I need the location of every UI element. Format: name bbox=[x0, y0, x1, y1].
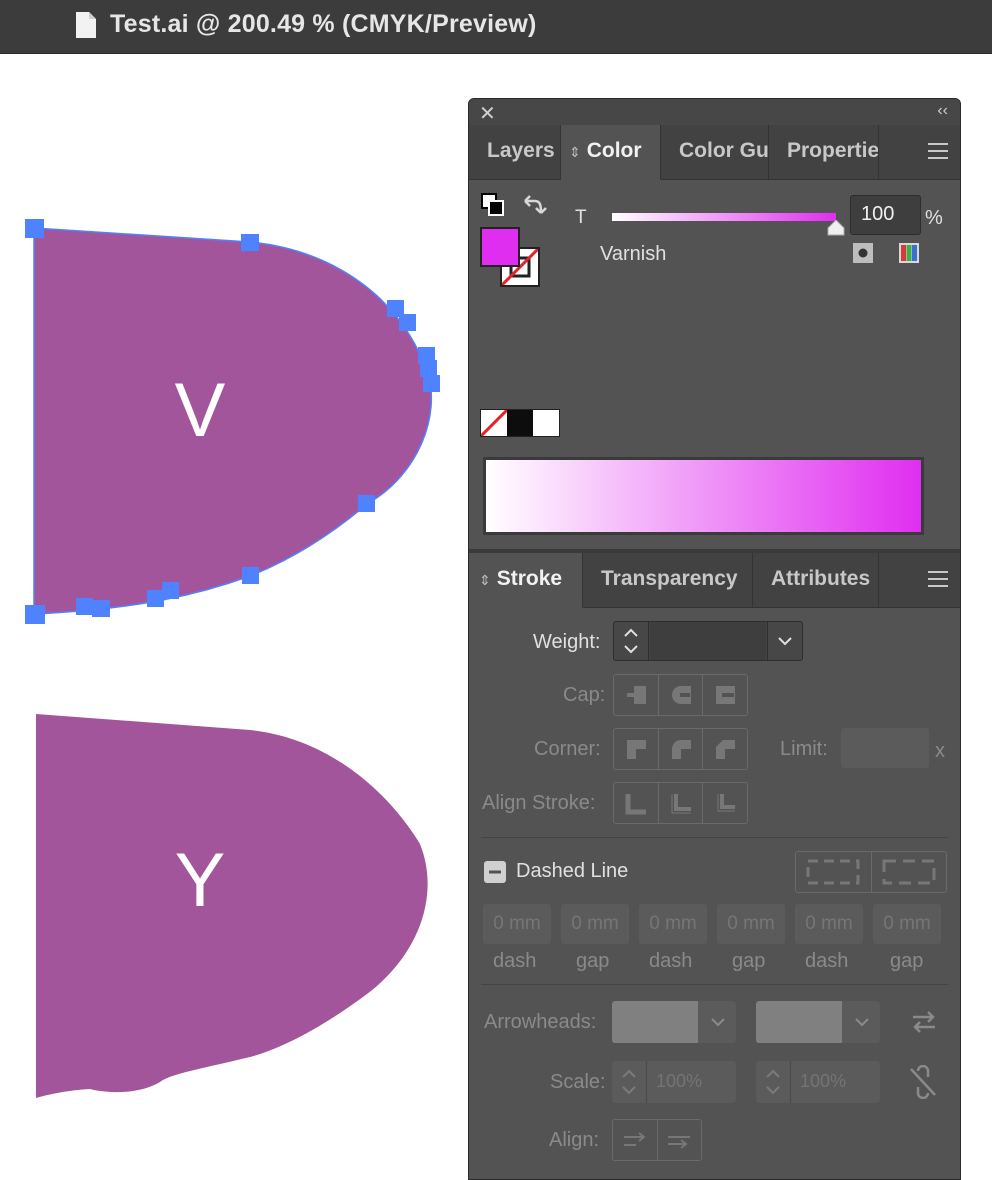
gap-caption: gap bbox=[576, 950, 610, 972]
selected-shape-v[interactable] bbox=[33, 227, 433, 615]
dashed-line-checkbox[interactable] bbox=[483, 860, 507, 884]
round-join-icon[interactable] bbox=[659, 729, 704, 769]
weight-stepper[interactable] bbox=[614, 622, 649, 660]
dash-field-1[interactable]: 0 mm bbox=[483, 904, 551, 944]
cap-buttons bbox=[613, 674, 748, 716]
limit-unit: x bbox=[935, 740, 945, 762]
dash-field-3[interactable]: 0 mm bbox=[795, 904, 863, 944]
tint-value-input[interactable]: 100 bbox=[850, 195, 921, 235]
align-center-icon[interactable] bbox=[614, 783, 659, 823]
document-icon bbox=[76, 12, 96, 38]
align-stroke-buttons bbox=[613, 782, 748, 824]
chevron-down-icon bbox=[855, 1018, 869, 1027]
dash-field-2[interactable]: 0 mm bbox=[639, 904, 707, 944]
dash-caption: dash bbox=[805, 950, 849, 972]
tab-layers[interactable]: Layers bbox=[469, 125, 561, 179]
default-fill-stroke-icon[interactable] bbox=[481, 193, 505, 217]
tab-attributes[interactable]: Attributes bbox=[753, 553, 879, 607]
cap-label: Cap: bbox=[563, 684, 606, 706]
stroke-tab-row: ⇕ Stroke Transparency Attributes bbox=[469, 553, 960, 608]
align-stroke-label: Align Stroke: bbox=[482, 792, 596, 814]
link-scale-icon[interactable] bbox=[907, 1065, 939, 1099]
window-title: Test.ai @ 200.49 % (CMYK/Preview) bbox=[110, 10, 537, 38]
dash-caption: dash bbox=[649, 950, 693, 972]
round-cap-icon[interactable] bbox=[659, 675, 704, 715]
weight-control bbox=[613, 621, 803, 661]
limit-input[interactable] bbox=[841, 728, 929, 768]
section-divider bbox=[481, 837, 948, 838]
projecting-cap-icon[interactable] bbox=[703, 675, 747, 715]
gap-caption: gap bbox=[890, 950, 924, 972]
tab-properties[interactable]: Propertie bbox=[769, 125, 879, 179]
chevron-down-icon bbox=[711, 1018, 725, 1027]
align-outside-icon[interactable] bbox=[703, 783, 747, 823]
scale-stepper[interactable] bbox=[756, 1061, 791, 1103]
start-scale-field[interactable]: 100% bbox=[612, 1061, 736, 1103]
align-arrows-buttons bbox=[612, 1119, 702, 1161]
color-tab-row: Layers ⇕ Color Color Gu Propertie bbox=[469, 125, 960, 180]
shape-y[interactable] bbox=[36, 714, 428, 1098]
collapse-icon[interactable]: ‹‹ bbox=[937, 102, 948, 120]
butt-cap-icon[interactable] bbox=[614, 675, 659, 715]
arrow-extend-icon[interactable] bbox=[613, 1120, 658, 1160]
slider-thumb[interactable] bbox=[827, 220, 845, 236]
end-scale-field[interactable]: 100% bbox=[756, 1061, 880, 1103]
fill-swatch[interactable] bbox=[480, 227, 520, 267]
swap-fill-stroke-icon[interactable] bbox=[521, 193, 547, 219]
gap-caption: gap bbox=[732, 950, 766, 972]
shape-y-letter: Y bbox=[175, 838, 226, 923]
swap-arrowheads-icon[interactable] bbox=[909, 1009, 939, 1035]
color-spectrum[interactable] bbox=[483, 457, 924, 535]
panel-menu-icon[interactable] bbox=[928, 143, 948, 159]
updown-icon: ⇕ bbox=[569, 144, 581, 160]
percent-label: % bbox=[925, 207, 943, 229]
align-inside-icon[interactable] bbox=[659, 783, 704, 823]
corner-buttons bbox=[613, 728, 748, 770]
black-swatch[interactable] bbox=[507, 410, 533, 436]
weight-label: Weight: bbox=[533, 631, 601, 653]
none-swatch[interactable] bbox=[481, 410, 507, 436]
color-mode-icon[interactable] bbox=[898, 242, 920, 264]
tab-color-guide[interactable]: Color Gu bbox=[661, 125, 769, 179]
spot-color-icon[interactable] bbox=[852, 242, 874, 264]
close-icon[interactable]: ✕ bbox=[479, 101, 496, 126]
exact-dash-icon[interactable] bbox=[796, 852, 872, 892]
scale-stepper[interactable] bbox=[612, 1061, 647, 1103]
updown-icon: ⇕ bbox=[479, 572, 491, 588]
align-arrows-label: Align: bbox=[549, 1129, 600, 1151]
tab-transparency[interactable]: Transparency bbox=[583, 553, 753, 607]
bevel-join-icon[interactable] bbox=[703, 729, 747, 769]
limit-label: Limit: bbox=[780, 738, 828, 760]
miter-join-icon[interactable] bbox=[614, 729, 659, 769]
dashed-line-label: Dashed Line bbox=[516, 860, 629, 882]
end-arrowhead-select[interactable] bbox=[756, 1001, 880, 1043]
tint-channel-label: T bbox=[575, 207, 587, 228]
swatch-name: Varnish bbox=[600, 243, 667, 265]
chevron-down-icon[interactable] bbox=[767, 622, 802, 660]
window-titlebar: Test.ai @ 200.49 % (CMYK/Preview) bbox=[0, 0, 992, 54]
panel-menu-icon[interactable] bbox=[928, 571, 948, 587]
floating-panel: ✕ ‹‹ Layers ⇕ Color Color Gu Propertie T … bbox=[468, 98, 961, 1180]
start-arrowhead-select[interactable] bbox=[612, 1001, 736, 1043]
tint-slider[interactable] bbox=[612, 213, 836, 221]
tab-color[interactable]: ⇕ Color bbox=[561, 125, 661, 180]
weight-input[interactable] bbox=[650, 622, 766, 660]
dash-caption: dash bbox=[493, 950, 537, 972]
aligned-dash-icon[interactable] bbox=[872, 852, 947, 892]
tab-stroke[interactable]: ⇕ Stroke bbox=[469, 553, 583, 608]
panel-header: ✕ ‹‹ bbox=[469, 99, 960, 125]
gap-field-1[interactable]: 0 mm bbox=[561, 904, 629, 944]
scale-label: Scale: bbox=[550, 1071, 606, 1093]
corner-label: Corner: bbox=[534, 738, 601, 760]
white-swatch[interactable] bbox=[533, 410, 559, 436]
shape-v-letter: V bbox=[175, 368, 226, 453]
arrowheads-label: Arrowheads: bbox=[484, 1011, 597, 1033]
none-black-white-swatches[interactable] bbox=[480, 409, 560, 437]
section-divider bbox=[481, 984, 948, 985]
gap-field-2[interactable]: 0 mm bbox=[717, 904, 785, 944]
gap-field-3[interactable]: 0 mm bbox=[873, 904, 941, 944]
arrow-place-icon[interactable] bbox=[658, 1120, 702, 1160]
dash-style-buttons bbox=[795, 851, 947, 893]
